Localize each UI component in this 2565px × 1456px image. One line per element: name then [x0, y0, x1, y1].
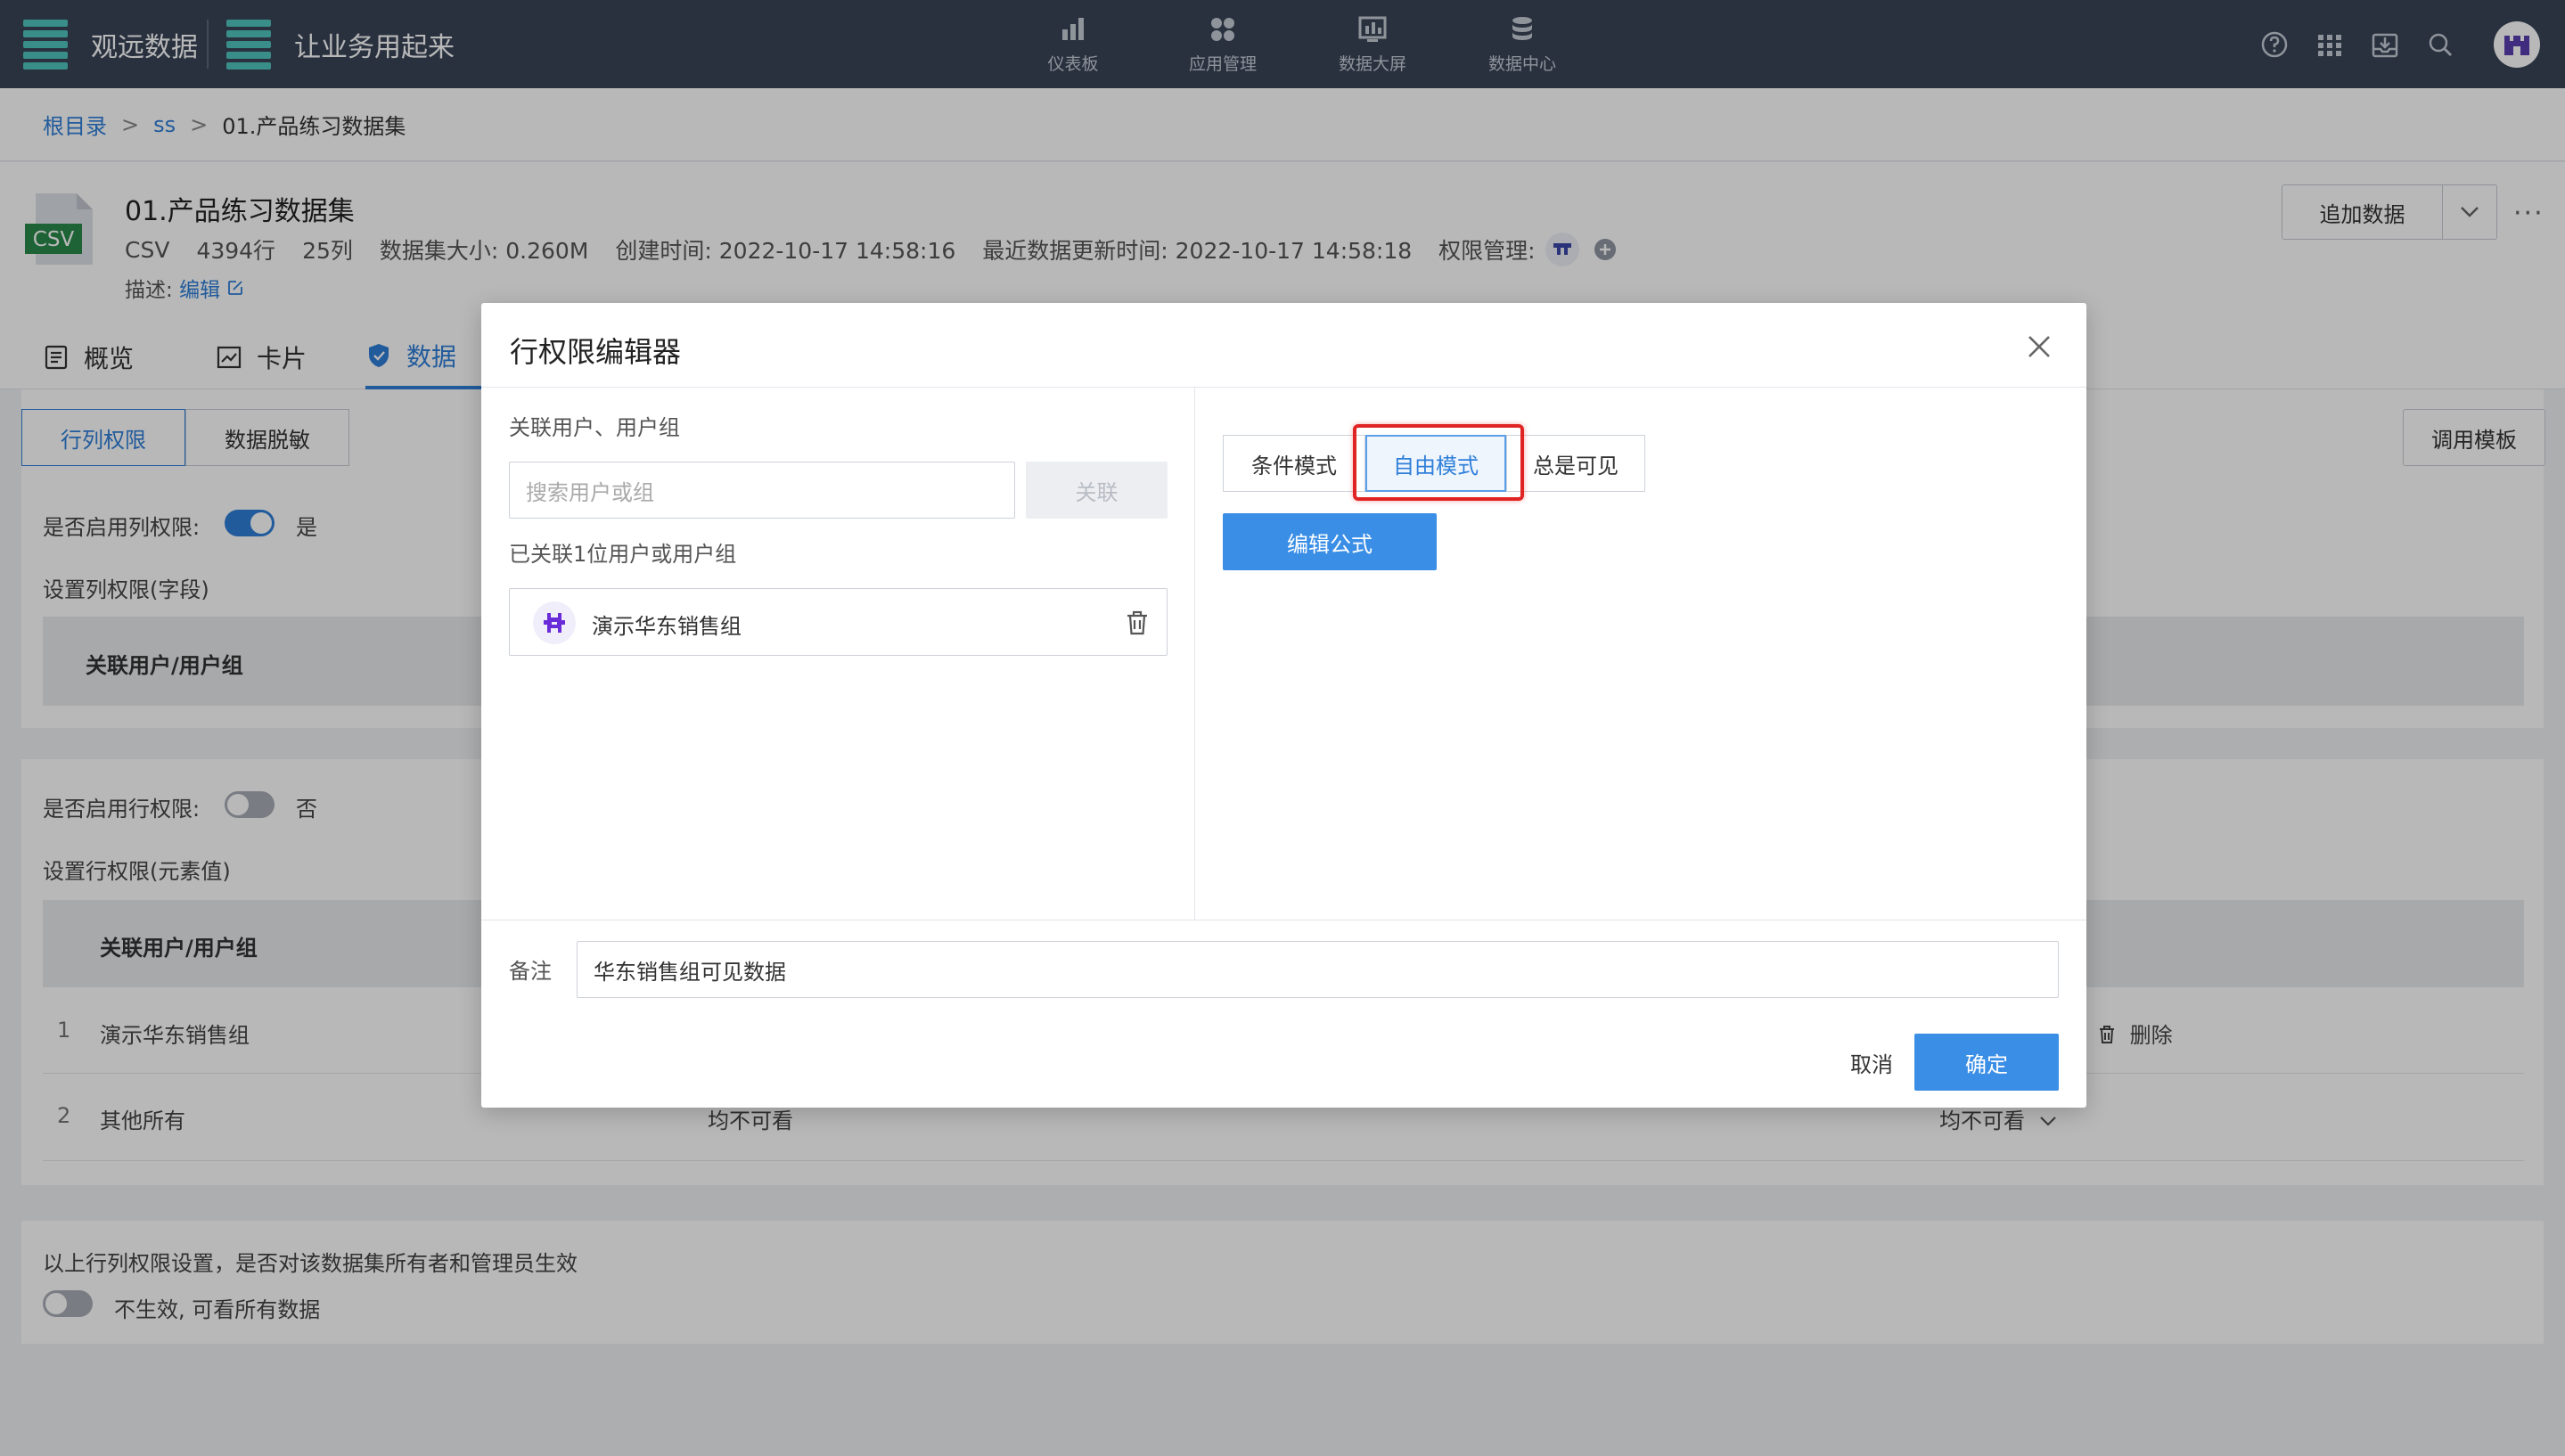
trash-icon[interactable] — [1123, 609, 1151, 637]
mode-condition-button[interactable]: 条件模式 — [1223, 435, 1365, 492]
user-group-icon — [533, 601, 576, 644]
edit-formula-button[interactable]: 编辑公式 — [1223, 513, 1437, 570]
note-label: 备注 — [509, 959, 552, 984]
modal-title: 行权限编辑器 — [510, 335, 682, 369]
confirm-button[interactable]: 确定 — [1914, 1034, 2059, 1091]
linked-user-item: 演示华东销售组 — [509, 588, 1168, 656]
associate-button[interactable]: 关联 — [1026, 462, 1168, 519]
modal-column-divider — [1194, 387, 1195, 920]
modal-header-divider — [481, 387, 2086, 388]
note-input[interactable]: 华东销售组可见数据 — [577, 941, 2059, 998]
mode-always-visible-button[interactable]: 总是可见 — [1506, 435, 1645, 492]
highlight-annotation — [1353, 424, 1524, 501]
row-permission-editor-modal: 行权限编辑器 关联用户、用户组 搜索用户或组 关联 已关联1位用户或用户组 演示… — [481, 303, 2086, 1108]
close-icon[interactable] — [2024, 331, 2054, 362]
linked-user-name: 演示华东销售组 — [592, 614, 742, 639]
assoc-users-label: 关联用户、用户组 — [509, 415, 680, 440]
user-search-input[interactable]: 搜索用户或组 — [509, 462, 1015, 519]
linked-count-label: 已关联1位用户或用户组 — [509, 542, 737, 567]
